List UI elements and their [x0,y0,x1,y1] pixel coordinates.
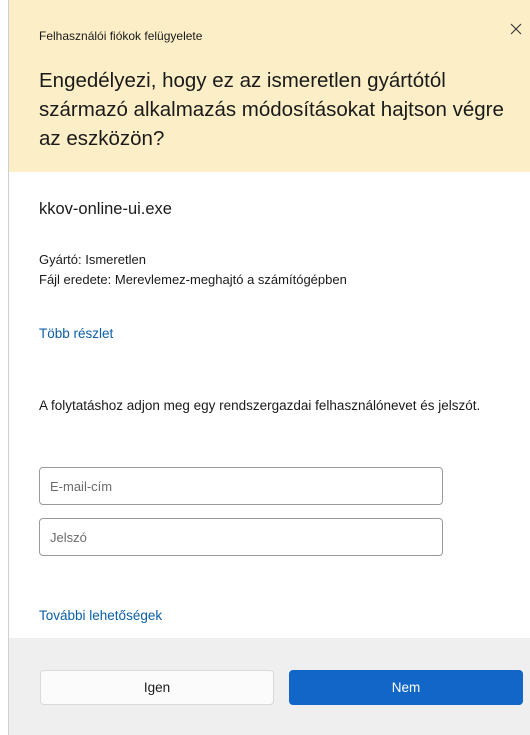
no-button[interactable]: Nem [289,670,523,705]
dialog-header: Felhasználói fiókok felügyelete Engedély… [9,0,530,172]
more-options-link[interactable]: További lehetőségek [39,608,162,623]
window-title: Felhasználói fiókok felügyelete [39,29,203,43]
file-origin-info: Fájl eredete: Merevlemez-meghajtó a szám… [39,272,347,287]
close-icon [510,23,522,35]
uac-dialog: Felhasználói fiókok felügyelete Engedély… [8,0,530,735]
consent-question: Engedélyezi, hogy ez az ismeretlen gyárt… [39,69,504,150]
more-details-link[interactable]: Több részlet [39,326,113,341]
password-field[interactable] [39,518,443,556]
app-name: kkov-online-ui.exe [39,200,172,218]
credentials-instruction: A folytatáshoz adjon meg egy rendszergaz… [39,398,481,413]
email-field[interactable] [39,467,443,505]
yes-button[interactable]: Igen [40,670,274,705]
close-button[interactable] [501,14,530,44]
dialog-footer: Igen Nem [9,638,530,735]
publisher-info: Gyártó: Ismeretlen [39,252,146,267]
